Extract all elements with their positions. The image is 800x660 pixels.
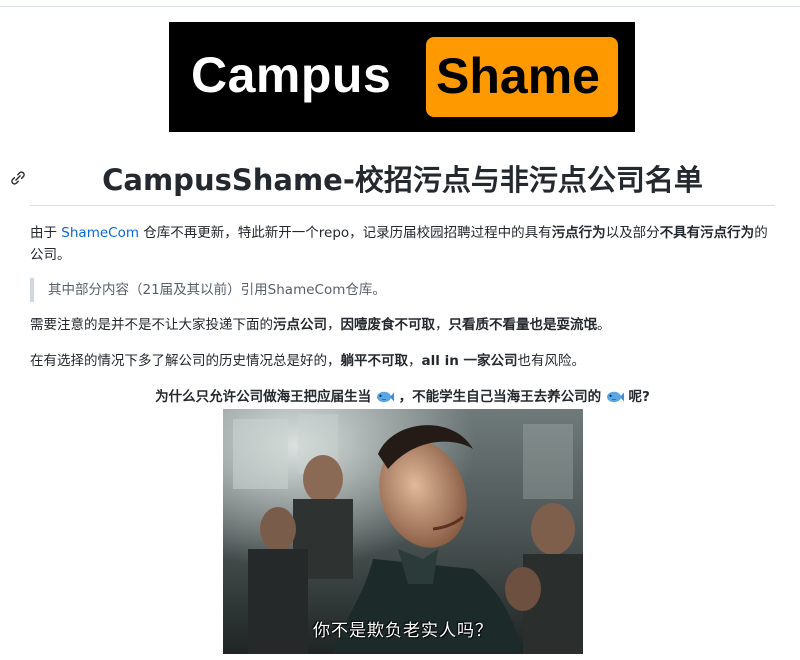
- fish-emoji-icon: [376, 391, 394, 403]
- intro-bold: 不具有污点行为: [659, 225, 755, 241]
- page-title: CampusShame-校招污点与非污点公司名单: [102, 163, 703, 197]
- note-bold: 因噎废食不可取: [340, 317, 436, 333]
- note-bold: 只看质不看量也是耍流氓: [448, 317, 598, 333]
- blockquote: 其中部分内容（21届及其以前）引用ShameCom仓库。: [30, 278, 386, 302]
- shamecom-link[interactable]: ShameCom: [61, 225, 139, 241]
- intro-text: 仓库不再更新，特此新开一个repo，记录历届校园招聘过程中的具有: [139, 225, 552, 241]
- title-divider: [30, 205, 775, 206]
- intro-bold: 污点行为: [551, 225, 606, 241]
- logo-text-campus: Campus: [191, 47, 392, 103]
- intro-text: 由于: [30, 225, 62, 241]
- note-bold: 污点公司: [273, 317, 327, 333]
- link-icon[interactable]: [10, 170, 26, 186]
- advice-text: ，: [408, 353, 422, 369]
- note-text: 。: [597, 317, 611, 333]
- top-divider: [0, 6, 800, 7]
- logo-text-shame: Shame: [436, 48, 600, 104]
- advice-bold: 躺平不可取: [340, 353, 409, 369]
- note-paragraph: 需要注意的是并不是不让大家投递下面的污点公司，因噎废食不可取，只看质不看量也是耍…: [30, 314, 775, 336]
- note-text: ，: [327, 317, 341, 333]
- note-text: 需要注意的是并不是不让大家投递下面的: [30, 317, 273, 333]
- advice-text: 在有选择的情况下多了解公司的历史情况总是好的，: [30, 353, 341, 369]
- fish-emoji-icon: [606, 391, 624, 403]
- intro-paragraph: 由于 ShameCom 仓库不再更新，特此新开一个repo，记录历届校园招聘过程…: [30, 222, 775, 266]
- caption-text: ，不能学生自己当海王去养公司的: [398, 389, 602, 405]
- campusshame-logo: Campus Shame: [169, 22, 635, 132]
- logo-orange-box: Shame: [426, 37, 618, 117]
- intro-text: 以及部分: [605, 225, 660, 241]
- caption-text: 呢?: [628, 389, 650, 405]
- meme-subtitle: 你不是欺负老实人吗？: [313, 621, 493, 641]
- note-text: ，: [435, 317, 449, 333]
- meme-caption: 为什么只允许公司做海王把应届生当 ，不能学生自己当海王去养公司的 呢?: [30, 386, 775, 408]
- advice-text: 也有风险。: [517, 353, 586, 369]
- caption-text: 为什么只允许公司做海王把应届生当: [155, 389, 372, 405]
- meme-image: 你不是欺负老实人吗？: [223, 409, 583, 654]
- advice-paragraph: 在有选择的情况下多了解公司的历史情况总是好的，躺平不可取，all in 一家公司…: [30, 350, 775, 372]
- advice-bold: all in 一家公司: [421, 353, 518, 369]
